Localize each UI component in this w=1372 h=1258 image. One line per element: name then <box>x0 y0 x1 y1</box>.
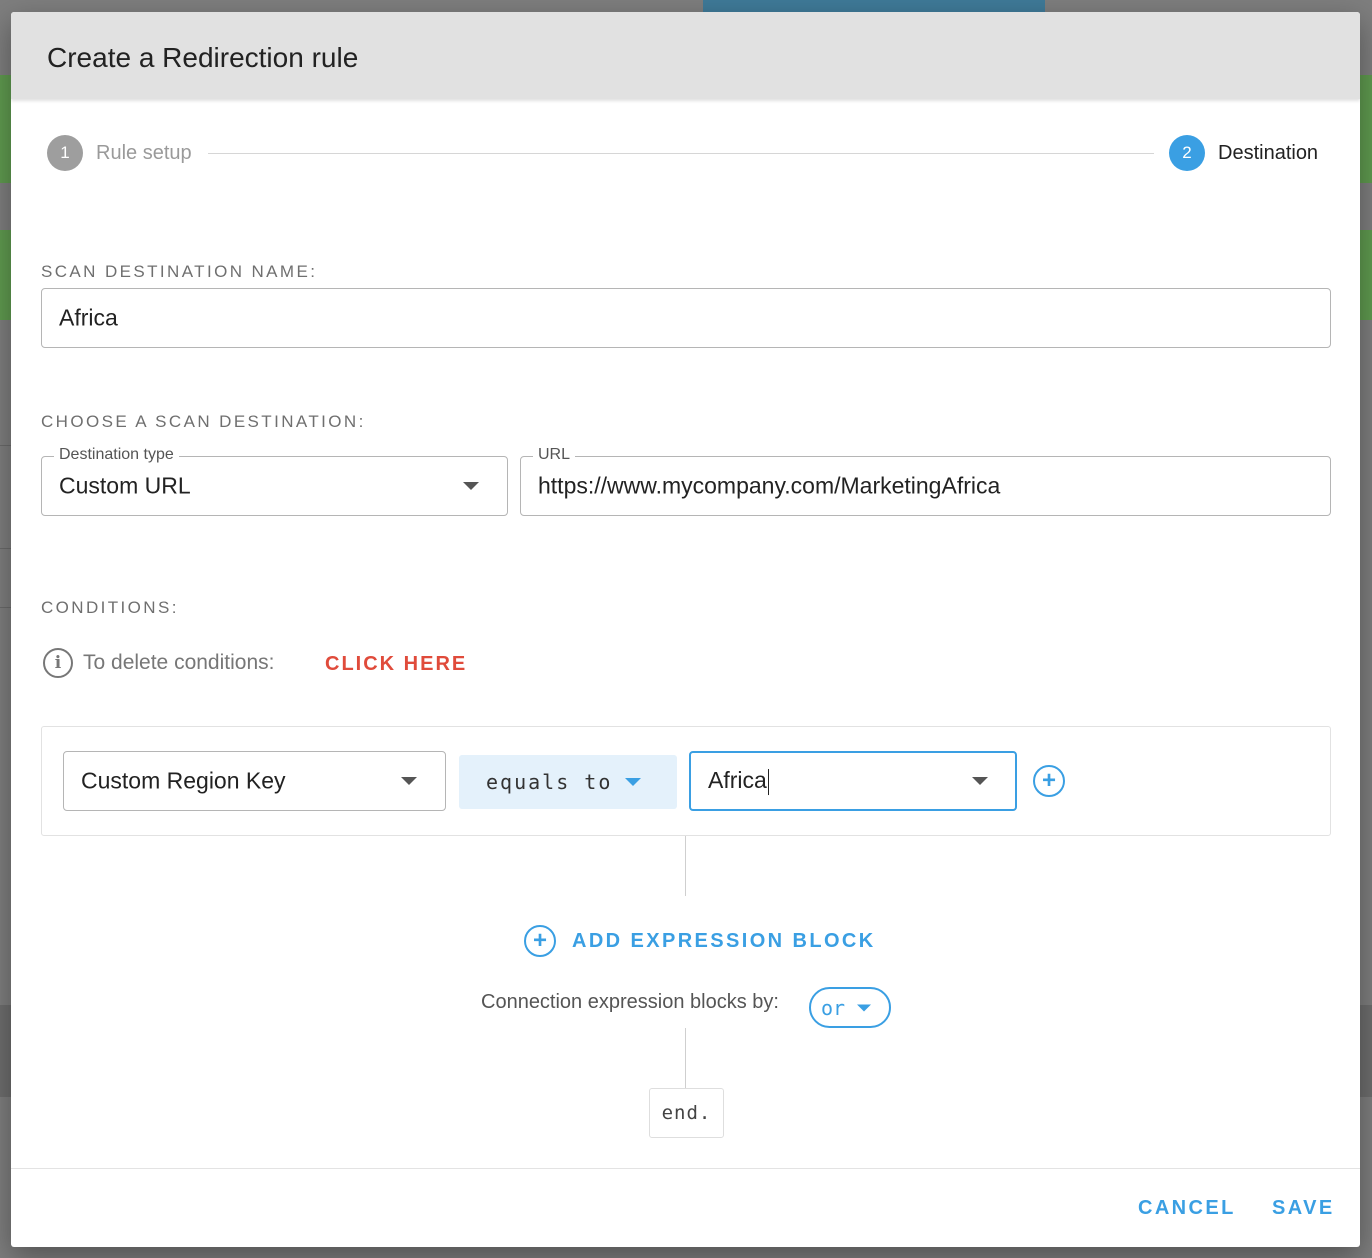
scan-destination-name-label: SCAN DESTINATION NAME: <box>41 262 318 281</box>
dialog-header: Create a Redirection rule <box>11 12 1360 99</box>
scan-destination-name-input[interactable]: Africa <box>41 288 1331 348</box>
add-expression-block-button[interactable]: + ADD EXPRESSION BLOCK <box>524 925 876 957</box>
chevron-down-icon <box>972 777 988 785</box>
add-condition-icon[interactable]: + <box>1033 765 1065 797</box>
connection-label: Connection expression blocks by: <box>481 991 779 1013</box>
flow-connector-line <box>685 1028 686 1088</box>
url-value: https://www.mycompany.com/MarketingAfric… <box>538 472 1001 499</box>
step-1-number: 1 <box>47 135 83 171</box>
connector-value: or <box>821 995 846 1020</box>
background-header-bar <box>703 0 1045 12</box>
plus-circle-icon: + <box>524 925 556 957</box>
connector-select[interactable]: or <box>809 987 891 1028</box>
flow-connector-line <box>685 836 686 896</box>
add-expression-block-label: ADD EXPRESSION BLOCK <box>572 929 876 952</box>
delete-conditions-text: To delete conditions: <box>83 651 275 674</box>
url-input[interactable]: URL https://www.mycompany.com/MarketingA… <box>520 446 1331 516</box>
step-2-label: Destination <box>1218 141 1319 164</box>
condition-value-text: Africa <box>708 767 770 795</box>
chevron-down-icon <box>401 777 417 785</box>
chevron-down-icon <box>625 778 641 786</box>
stepper-connector <box>208 153 1154 154</box>
destination-type-select[interactable]: Destination type Custom URL <box>41 446 508 516</box>
redirection-rule-dialog: Create a Redirection rule 1 Rule setup 2… <box>11 12 1360 1247</box>
delete-conditions-link[interactable]: CLICK HERE <box>325 653 467 676</box>
destination-type-value: Custom URL <box>59 472 191 499</box>
step-1-label: Rule setup <box>96 141 192 164</box>
choose-scan-destination-label: CHOOSE A SCAN DESTINATION: <box>41 412 366 431</box>
conditions-label: CONDITIONS: <box>41 598 179 617</box>
footer-divider <box>11 1168 1360 1169</box>
condition-key-select[interactable]: Custom Region Key <box>63 751 446 811</box>
condition-operator-select[interactable]: equals to <box>459 755 677 809</box>
text-cursor <box>767 768 770 795</box>
chevron-down-icon <box>463 482 479 490</box>
cancel-button[interactable]: CANCEL <box>1138 1197 1236 1220</box>
background-block-right <box>1360 1005 1372 1097</box>
delete-conditions-hint: i To delete conditions: <box>43 648 274 678</box>
end-marker: end. <box>649 1088 724 1138</box>
background-panel-right-2 <box>1360 230 1372 320</box>
url-label: URL <box>533 446 576 464</box>
condition-key-value: Custom Region Key <box>81 767 286 794</box>
dialog-title: Create a Redirection rule <box>47 42 359 73</box>
step-destination[interactable]: 2 Destination <box>1169 135 1318 171</box>
info-icon: i <box>43 648 73 678</box>
step-rule-setup[interactable]: 1 Rule setup <box>47 135 192 171</box>
condition-operator-value: equals to <box>486 770 613 794</box>
step-2-number: 2 <box>1169 135 1205 171</box>
background-panel-right-1 <box>1360 75 1372 183</box>
chevron-down-icon <box>857 1004 871 1011</box>
condition-value-select[interactable]: Africa <box>689 751 1017 811</box>
scan-destination-name-value: Africa <box>59 304 118 331</box>
save-button[interactable]: SAVE <box>1272 1197 1335 1220</box>
expression-block: Custom Region Key equals to Africa + <box>41 726 1331 836</box>
destination-type-label: Destination type <box>54 446 179 464</box>
